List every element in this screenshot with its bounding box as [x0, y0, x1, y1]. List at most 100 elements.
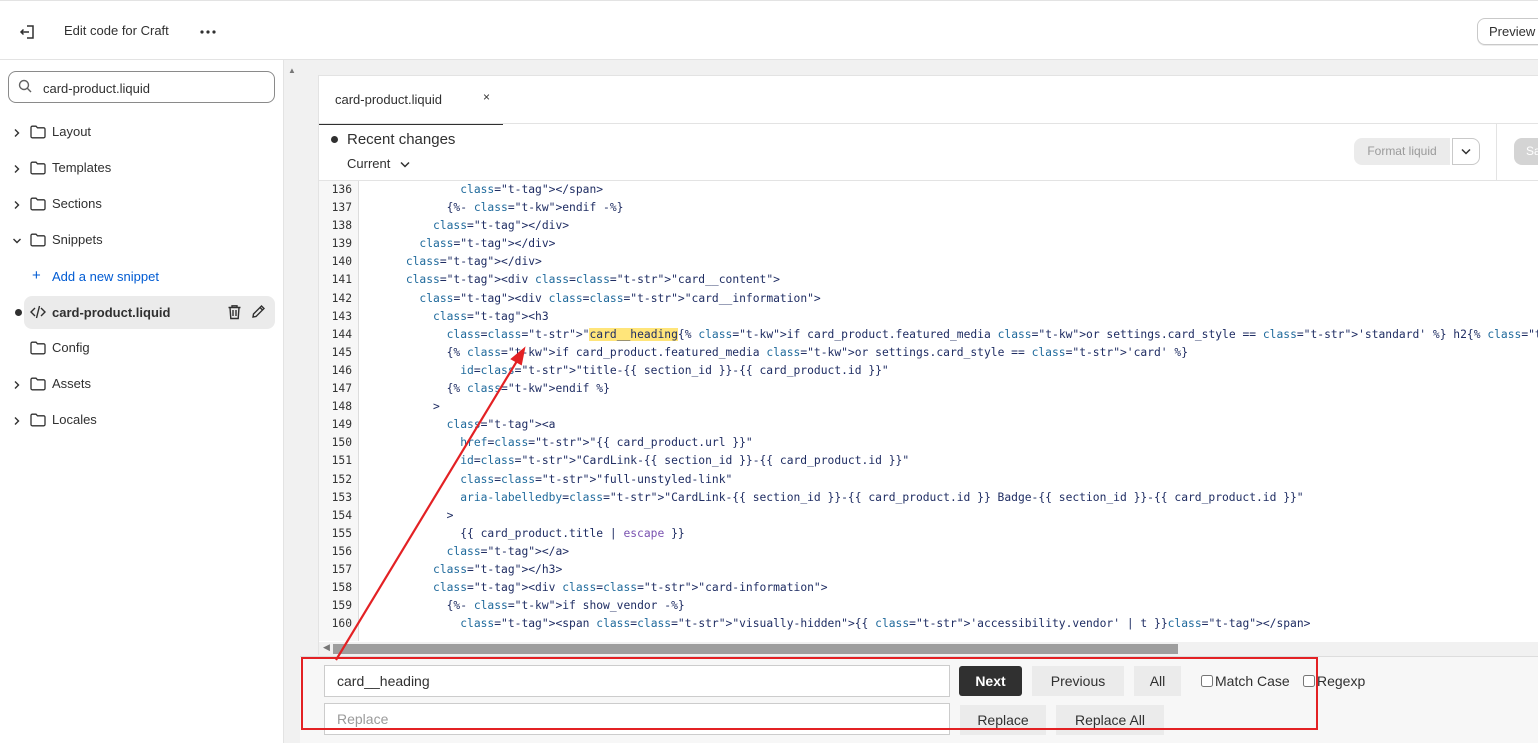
chevron-right-icon[interactable]	[12, 198, 22, 213]
line-number: 150	[331, 436, 352, 450]
all-button[interactable]: All	[1134, 666, 1181, 696]
line-number: 149	[331, 418, 352, 432]
scrollbar-thumb[interactable]	[333, 644, 1178, 654]
regexp-checkbox[interactable]	[1303, 675, 1315, 687]
folder-icon	[30, 413, 46, 430]
line-number: 145	[331, 345, 352, 359]
top-bar: Edit code for Craft Preview	[0, 0, 1538, 60]
code-line[interactable]: class="t-tag"></span>	[359, 181, 1538, 199]
regexp-label: Regexp	[1317, 673, 1366, 689]
page-title: Edit code for Craft	[64, 23, 169, 38]
line-number: 146	[331, 363, 352, 377]
code-area[interactable]: class="t-tag"></span> {%- class="t-kw">e…	[359, 181, 1538, 641]
code-line[interactable]: class="t-tag"><div class=class="t-str">"…	[359, 271, 1538, 289]
line-number: 142	[331, 291, 352, 305]
code-line[interactable]: class="t-tag"></div>	[359, 217, 1538, 235]
scroll-up-icon[interactable]: ▲	[288, 66, 296, 75]
next-button[interactable]: Next	[959, 666, 1022, 696]
horizontal-scrollbar[interactable]: ◀	[319, 642, 1538, 656]
code-line[interactable]: class="t-tag"><h3	[359, 308, 1538, 326]
line-number: 152	[331, 472, 352, 486]
close-icon[interactable]: ×	[483, 90, 490, 104]
code-editor-panel: card-product.liquid × Recent changes Cur…	[318, 75, 1538, 656]
line-number: 139	[331, 237, 352, 251]
tab-label: card-product.liquid	[335, 92, 442, 107]
code-line[interactable]: id=class="t-str">"CardLink-{{ section_id…	[359, 452, 1538, 470]
code-line[interactable]: class="t-tag"><div class=class="t-str">"…	[359, 290, 1538, 308]
code-line[interactable]: >	[359, 398, 1538, 416]
code-line[interactable]: class="t-tag"></a>	[359, 543, 1538, 561]
code-line[interactable]: {%- class="t-kw">endif -%}	[359, 199, 1538, 217]
previous-button[interactable]: Previous	[1032, 666, 1124, 696]
line-number: 159	[331, 599, 352, 613]
chevron-right-icon[interactable]	[12, 414, 22, 429]
format-liquid-button[interactable]: Format liquid	[1354, 138, 1450, 165]
line-number: 137	[331, 201, 352, 215]
chevron-right-icon[interactable]	[12, 378, 22, 393]
replace-all-button[interactable]: Replace All	[1056, 705, 1164, 735]
code-line[interactable]: {% class="t-kw">endif %}	[359, 380, 1538, 398]
code-line[interactable]: id=class="t-str">"title-{{ section_id }}…	[359, 362, 1538, 380]
chevron-right-icon[interactable]	[12, 126, 22, 141]
line-number: 153	[331, 490, 352, 504]
save-button[interactable]: Sa	[1514, 138, 1538, 165]
line-number: 148	[331, 400, 352, 414]
folder-snippets[interactable]: Snippets	[0, 223, 284, 257]
folder-layout[interactable]: Layout	[0, 115, 284, 149]
code-line[interactable]: class="t-tag"><span class=class="t-str">…	[359, 615, 1538, 633]
regexp-option[interactable]: Regexp	[1303, 673, 1365, 689]
replace-input[interactable]	[324, 703, 950, 735]
code-line[interactable]: class="t-tag"><a	[359, 416, 1538, 434]
match-case-option[interactable]: Match Case	[1201, 673, 1290, 689]
tab-card-product[interactable]: card-product.liquid ×	[319, 76, 503, 125]
folder-label: Config	[52, 340, 90, 355]
preview-button[interactable]: Preview	[1477, 18, 1538, 45]
replace-button[interactable]: Replace	[960, 705, 1046, 735]
code-line[interactable]: {{ card_product.title | escape }}	[359, 525, 1538, 543]
line-number: 151	[331, 454, 352, 468]
code-line[interactable]: class=class="t-str">"card__heading{% cla…	[359, 326, 1538, 344]
code-line[interactable]: href=class="t-str">"{{ card_product.url …	[359, 434, 1538, 452]
folder-label: Templates	[52, 160, 112, 175]
sidebar-scrollbar[interactable]: ▲	[284, 60, 300, 743]
chevron-down-icon[interactable]	[12, 234, 22, 249]
plus-icon: +	[32, 267, 41, 284]
code-line[interactable]: class="t-tag"></div>	[359, 253, 1538, 271]
folder-label: Locales	[52, 412, 97, 427]
match-case-checkbox[interactable]	[1201, 675, 1213, 687]
folder-sections[interactable]: Sections	[0, 187, 284, 221]
scroll-left-icon[interactable]: ◀	[323, 642, 330, 653]
format-options-button[interactable]	[1452, 138, 1480, 165]
line-number: 138	[331, 219, 352, 233]
code-line[interactable]: class="t-tag"></div>	[359, 235, 1538, 253]
add-snippet-label: Add a new snippet	[52, 269, 159, 284]
find-replace-bar: Next Previous All Match Case Regexp Repl…	[300, 656, 1538, 743]
recent-changes-title: Recent changes	[347, 131, 456, 148]
code-line[interactable]: class="t-tag"></h3>	[359, 561, 1538, 579]
folder-label: Sections	[52, 196, 102, 211]
code-line[interactable]: {%- class="t-kw">if show_vendor -%}	[359, 597, 1538, 615]
find-input[interactable]	[324, 665, 950, 697]
recent-changes-dot	[331, 136, 338, 143]
folder-assets[interactable]: Assets	[0, 367, 284, 401]
code-line[interactable]: >	[359, 507, 1538, 525]
line-number: 157	[331, 562, 352, 576]
pencil-icon[interactable]	[251, 304, 266, 322]
chevron-right-icon[interactable]	[12, 162, 22, 177]
folder-templates[interactable]: Templates	[0, 151, 284, 185]
add-snippet-link[interactable]: + Add a new snippet	[0, 261, 284, 291]
search-input[interactable]	[41, 77, 270, 99]
more-actions-icon[interactable]	[196, 19, 220, 45]
exit-icon[interactable]	[14, 19, 40, 45]
folder-icon	[30, 197, 46, 214]
code-line[interactable]: {% class="t-kw">if card_product.featured…	[359, 344, 1538, 362]
file-item-card-product[interactable]: card-product.liquid	[24, 296, 275, 329]
match-case-label: Match Case	[1215, 673, 1290, 689]
trash-icon[interactable]	[227, 304, 242, 323]
code-line[interactable]: class=class="t-str">"full-unstyled-link"	[359, 471, 1538, 489]
code-line[interactable]: class="t-tag"><div class=class="t-str">"…	[359, 579, 1538, 597]
version-select[interactable]: Current	[347, 156, 410, 171]
folder-locales[interactable]: Locales	[0, 403, 284, 437]
folder-config[interactable]: Config	[0, 331, 284, 365]
code-line[interactable]: aria-labelledby=class="t-str">"CardLink-…	[359, 489, 1538, 507]
